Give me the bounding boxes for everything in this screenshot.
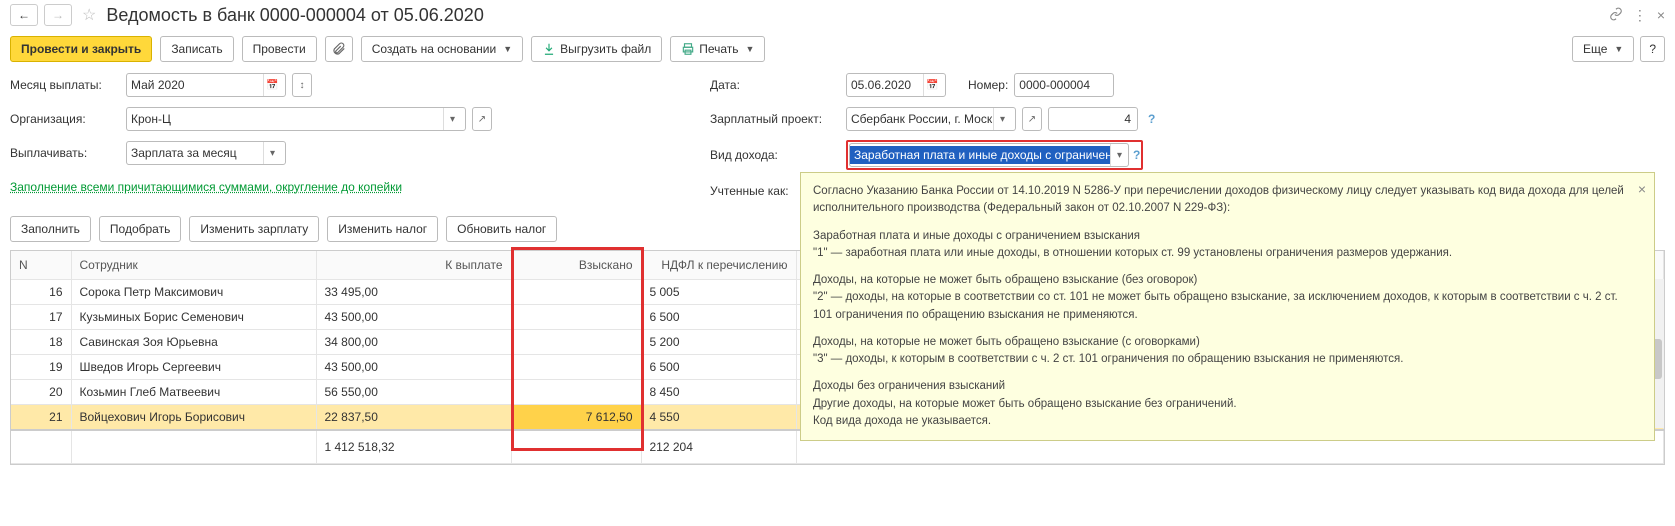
- pay-label: Выплачивать:: [10, 146, 120, 160]
- income-type-label: Вид дохода:: [710, 148, 840, 162]
- fill-rounding-link[interactable]: Заполнение всеми причитающимися суммами,…: [10, 179, 402, 196]
- project-label: Зарплатный проект:: [710, 112, 840, 126]
- fill-button[interactable]: Заполнить: [10, 216, 91, 242]
- project-input[interactable]: Сбербанк России, г. Моск ▾: [846, 107, 1016, 131]
- total-ndfl: 212 204: [641, 430, 796, 464]
- calendar-icon[interactable]: 📅: [923, 74, 941, 96]
- income-type-select[interactable]: Заработная плата и иные доходы с огранич…: [849, 143, 1129, 167]
- number-label: Номер:: [968, 78, 1008, 92]
- org-label: Организация:: [10, 112, 120, 126]
- col-n[interactable]: N: [11, 251, 71, 279]
- project-open-button[interactable]: ↗: [1022, 107, 1042, 131]
- date-label: Дата:: [710, 78, 840, 92]
- print-button[interactable]: Печать▼: [670, 36, 765, 62]
- create-based-label: Создать на основании: [372, 42, 497, 56]
- tooltip-close-icon[interactable]: ×: [1638, 179, 1646, 200]
- more-label: Еще: [1583, 42, 1607, 56]
- chevron-down-icon[interactable]: ▾: [993, 108, 1011, 130]
- create-based-on-button[interactable]: Создать на основании▼: [361, 36, 523, 62]
- link-icon[interactable]: [1609, 7, 1623, 24]
- save-button[interactable]: Записать: [160, 36, 233, 62]
- chevron-down-icon[interactable]: ▾: [1110, 144, 1128, 166]
- print-label: Печать: [699, 42, 738, 56]
- close-icon[interactable]: ×: [1657, 7, 1665, 23]
- month-stepper[interactable]: ↕: [292, 73, 312, 97]
- chevron-down-icon[interactable]: ▾: [443, 108, 461, 130]
- number-input[interactable]: 0000-000004: [1014, 73, 1114, 97]
- month-input[interactable]: Май 2020 📅: [126, 73, 286, 97]
- post-button[interactable]: Провести: [242, 36, 317, 62]
- change-tax-button[interactable]: Изменить налог: [327, 216, 438, 242]
- calendar-icon[interactable]: 📅: [263, 74, 281, 96]
- nav-forward-button[interactable]: →: [44, 4, 72, 26]
- refresh-tax-button[interactable]: Обновить налог: [446, 216, 557, 242]
- pay-select[interactable]: Зарплата за месяц ▾: [126, 141, 286, 165]
- col-collected[interactable]: Взыскано: [511, 251, 641, 279]
- favorite-star-icon[interactable]: ☆: [82, 5, 96, 25]
- help-project-icon[interactable]: ?: [1148, 112, 1155, 126]
- org-open-button[interactable]: ↗: [472, 107, 492, 131]
- chevron-down-icon[interactable]: ▾: [263, 142, 281, 164]
- col-ndfl[interactable]: НДФЛ к перечислению: [641, 251, 796, 279]
- page-title: Ведомость в банк 0000-000004 от 05.06.20…: [106, 5, 483, 26]
- help-button[interactable]: ?: [1640, 36, 1665, 62]
- change-salary-button[interactable]: Изменить зарплату: [189, 216, 319, 242]
- pick-button[interactable]: Подобрать: [99, 216, 181, 242]
- post-and-close-button[interactable]: Провести и закрыть: [10, 36, 152, 62]
- more-button[interactable]: Еще▼: [1572, 36, 1634, 62]
- project-number-input[interactable]: 4: [1048, 107, 1138, 131]
- export-file-label: Выгрузить файл: [560, 42, 651, 56]
- org-input[interactable]: Крон-Ц ▾: [126, 107, 466, 131]
- month-label: Месяц выплаты:: [10, 78, 120, 92]
- col-to-pay[interactable]: К выплате: [316, 251, 511, 279]
- total-to-pay: 1 412 518,32: [316, 430, 511, 464]
- nav-back-button[interactable]: ←: [10, 4, 38, 26]
- date-input[interactable]: 05.06.2020 📅: [846, 73, 946, 97]
- attach-button[interactable]: [325, 36, 353, 62]
- kebab-menu-icon[interactable]: ⋮: [1633, 7, 1647, 24]
- export-file-button[interactable]: Выгрузить файл: [531, 36, 662, 62]
- help-income-icon[interactable]: ?: [1133, 148, 1140, 162]
- income-type-tooltip: × Согласно Указанию Банка России от 14.1…: [800, 172, 1655, 441]
- col-employee[interactable]: Сотрудник: [71, 251, 316, 279]
